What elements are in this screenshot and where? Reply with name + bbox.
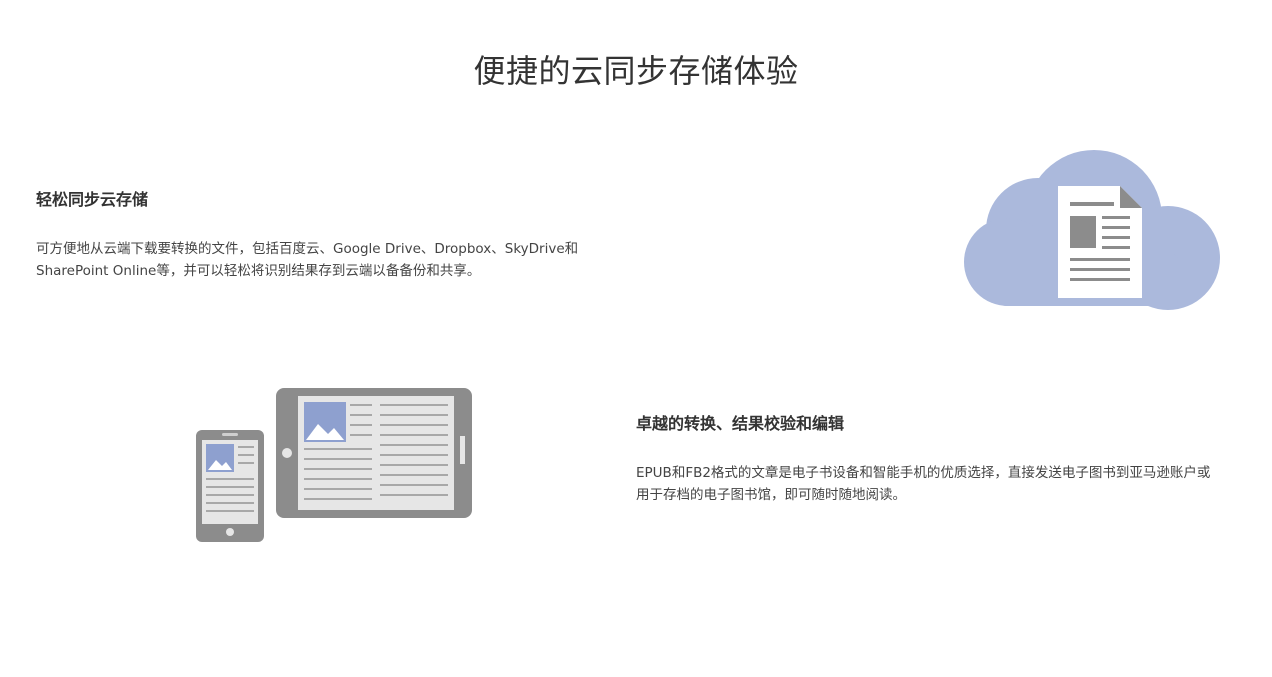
feature-description-conversion: EPUB和FB2格式的文章是电子书设备和智能手机的优质选择，直接发送电子图书到亚… — [636, 462, 1236, 506]
feature-description-line: SharePoint Online等，并可以轻松将识别结果存到云端以备备份和共享… — [36, 263, 481, 279]
page-title: 便捷的云同步存储体验 — [473, 52, 799, 90]
feature-description-line: EPUB和FB2格式的文章是电子书设备和智能手机的优质选择，直接发送电子图书到亚… — [636, 465, 1211, 481]
feature-heading-cloud-sync: 轻松同步云存储 — [36, 190, 149, 209]
feature-description-line: 可方便地从云端下载要转换的文件，包括百度云、Google Drive、Dropb… — [36, 241, 579, 257]
feature-description-line: 用于存档的电子图书馆，即可随时随地阅读。 — [636, 487, 906, 503]
cloud-document-icon — [964, 150, 1220, 310]
phone-tablet-ebook-icon — [196, 388, 472, 542]
feature-description-cloud-sync: 可方便地从云端下载要转换的文件，包括百度云、Google Drive、Dropb… — [36, 238, 616, 282]
feature-heading-conversion: 卓越的转换、结果校验和编辑 — [636, 414, 845, 433]
